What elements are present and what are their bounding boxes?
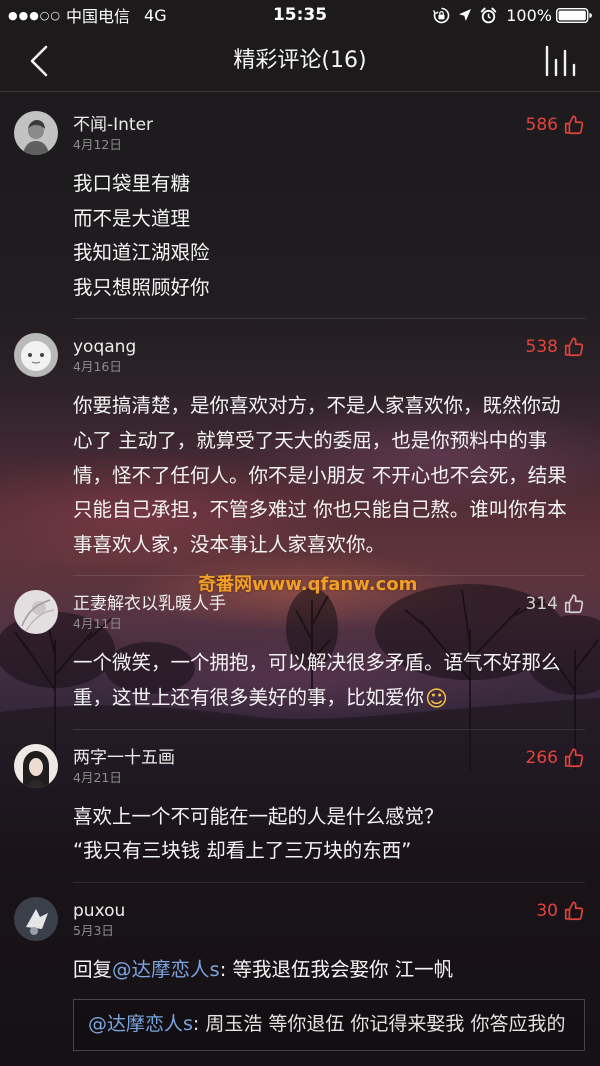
like-count: 538 <box>525 337 558 358</box>
comment-text-line: 我口袋里有糖 <box>73 172 191 195</box>
comment-text: 一个微笑，一个拥抱，可以解决很多矛盾。语气不好那么 重，这世上还有很多美好的事，… <box>73 646 585 730</box>
like-count: 266 <box>525 747 558 768</box>
nav-bar: 精彩评论(16) <box>0 30 600 92</box>
comment-date: 4月21日 <box>73 769 122 785</box>
like-count: 30 <box>536 900 558 921</box>
smiling-face-emoji: ☺ <box>425 686 448 712</box>
comment-text-line: 只能自己承担，不管多难过 你也只能自己熬。谁叫你有本 <box>73 498 567 522</box>
reply-text: : 等我退伍我会娶你 江一帆 <box>219 957 454 981</box>
like-button[interactable]: 538 <box>526 336 585 358</box>
comment-text-line: 喜欢上一个不可能在一起的人是什么感觉？ <box>73 804 444 828</box>
quoted-comment[interactable]: @达摩恋人s: 周玉浩 等你退伍 你记得来娶我 你答应我的 <box>73 999 585 1052</box>
comment-header: 两字一十五画 4月21日 266 <box>73 747 585 786</box>
like-button[interactable]: 586 <box>526 114 585 136</box>
comment-item[interactable]: puxou 5月3日 30 回复@达摩恋人s: 等我退伍我会娶你 江一帆 @达摩… <box>0 883 600 1052</box>
username[interactable]: yoqang <box>73 336 585 358</box>
avatar[interactable] <box>14 896 58 941</box>
thumbs-up-icon <box>564 115 584 135</box>
like-count: 314 <box>525 594 558 615</box>
avatar[interactable] <box>14 590 58 635</box>
orientation-lock-icon <box>433 7 450 23</box>
comment-text-line: 事喜欢人家，没本事让人家喜欢你。 <box>73 532 386 556</box>
comment-header: yoqang 4月16日 538 <box>73 336 585 375</box>
battery-icon <box>556 7 592 23</box>
avatar[interactable] <box>14 111 58 155</box>
username[interactable]: 不闻-Inter <box>73 114 585 136</box>
comment-item[interactable]: yoqang 4月16日 538 你要搞清楚，是你喜欢对方，不是人家喜欢你，既然… <box>0 319 600 577</box>
comment-text-segment: 重，这世上还有很多美好的事，比如爱你 <box>73 685 425 709</box>
comment-text-line: 情，怪不了任何人。你不是小朋友 不开心也不会死，结果 <box>73 463 567 487</box>
username[interactable]: puxou <box>73 900 585 922</box>
comment-text: 回复@达摩恋人s: 等我退伍我会娶你 江一帆 <box>73 953 585 988</box>
username[interactable]: 两字一十五画 <box>73 747 585 769</box>
thumbs-up-icon <box>564 594 584 614</box>
username[interactable]: 正妻解衣以乳暖人手 <box>73 593 585 615</box>
comment-text: 我口袋里有糖 而不是大道理 我知道江湖艰险 我只想照顾好你 <box>73 167 585 320</box>
comment-list: 不闻-Inter 4月12日 586 我口袋里有糖 而不是大道理 我知道江湖艰险… <box>0 93 600 1052</box>
comment-text-line: 一个微笑，一个拥抱，可以解决很多矛盾。语气不好那么 <box>73 651 561 675</box>
comment-item[interactable]: 不闻-Inter 4月12日 586 我口袋里有糖 而不是大道理 我知道江湖艰险… <box>0 93 600 320</box>
comment-header: 正妻解衣以乳暖人手 4月11日 314 <box>73 593 585 632</box>
thumbs-up-icon <box>564 747 584 767</box>
comment-date: 4月11日 <box>73 616 122 632</box>
status-right: 100% <box>433 0 592 30</box>
mention-link[interactable]: @达摩恋人s <box>88 1013 193 1035</box>
mention-link[interactable]: @达摩恋人s <box>112 958 220 981</box>
comment-text-line: “我只有三块钱 却看上了三万块的东西” <box>73 839 412 863</box>
like-count: 586 <box>525 115 558 135</box>
comment-header: puxou 5月3日 30 <box>73 900 585 939</box>
comment-text-line: 心了 主动了，就算受了天大的委屈，也是你预料中的事 <box>73 428 548 452</box>
like-button[interactable]: 266 <box>526 747 585 769</box>
avatar[interactable] <box>14 743 58 788</box>
location-icon <box>459 9 472 21</box>
comment-text-line: 重，这世上还有很多美好的事，比如爱你☺ <box>73 681 585 716</box>
comment-text: 喜欢上一个不可能在一起的人是什么感觉？ “我只有三块钱 却看上了三万块的东西” <box>73 800 585 883</box>
battery-percent: 100% <box>506 5 552 25</box>
page-title: 精彩评论(16) <box>233 48 367 73</box>
comment-text-line: 我知道江湖艰险 <box>73 241 210 265</box>
avatar[interactable] <box>14 333 58 378</box>
alarm-icon <box>481 7 497 23</box>
like-button[interactable]: 314 <box>526 593 585 615</box>
status-bar: ●●●○○ 中国电信 4G 15:35 100% <box>0 0 600 30</box>
reply-prefix: 回复 <box>73 957 113 981</box>
comment-text-line: 你要搞清楚，是你喜欢对方，不是人家喜欢你，既然你动 <box>73 394 561 418</box>
comment-item[interactable]: 两字一十五画 4月21日 266 喜欢上一个不可能在一起的人是什么感觉？ “我只… <box>0 730 600 883</box>
comment-text-line: 回复@达摩恋人s: 等我退伍我会娶你 江一帆 <box>73 953 585 988</box>
comment-date: 4月12日 <box>73 137 122 152</box>
now-playing-icon[interactable] <box>544 43 578 77</box>
comment-text-line: 我只想照顾好你 <box>73 275 210 299</box>
comment-text-line: 而不是大道理 <box>73 206 191 230</box>
thumbs-up-icon <box>564 901 584 920</box>
comment-header: 不闻-Inter 4月12日 586 <box>73 114 585 153</box>
comment-item[interactable]: 正妻解衣以乳暖人手 4月11日 314 一个微笑，一个拥抱，可以解决很多矛盾。语… <box>0 576 600 730</box>
comment-date: 5月3日 <box>73 922 114 938</box>
comment-date: 4月16日 <box>73 359 122 375</box>
like-button[interactable]: 30 <box>536 900 585 922</box>
thumbs-up-icon <box>564 337 584 357</box>
top-bar: ●●●○○ 中国电信 4G 15:35 100% 精彩评论(16) <box>0 0 600 92</box>
watermark-text: 奇番网www.qfanw.com <box>198 574 418 595</box>
comment-text: 你要搞清楚，是你喜欢对方，不是人家喜欢你，既然你动 心了 主动了，就算受了天大的… <box>73 389 585 577</box>
quoted-text: : 周玉浩 等你退伍 你记得来娶我 你答应我的 <box>192 1013 566 1036</box>
